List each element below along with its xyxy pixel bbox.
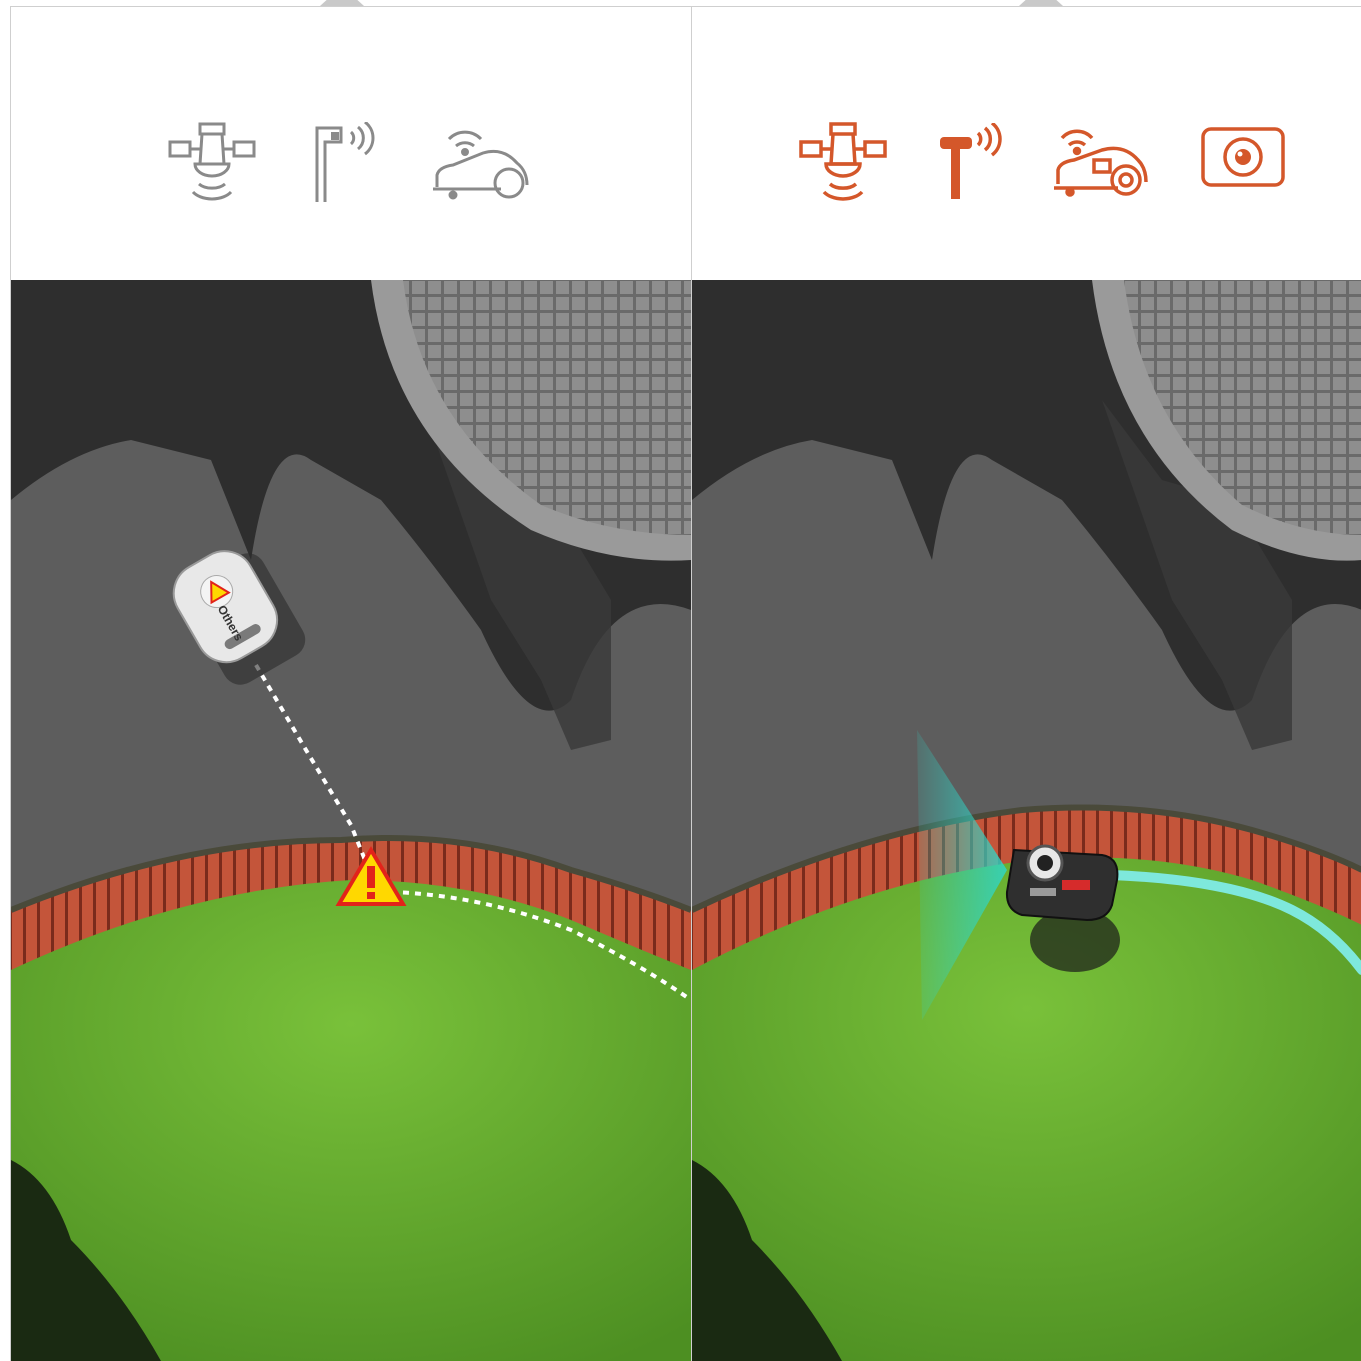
lawn-scene-others: Others bbox=[11, 280, 691, 1361]
comparison-page: Others bbox=[0, 0, 1361, 1361]
rtk-antenna-icon bbox=[315, 122, 375, 202]
panel-brand bbox=[691, 6, 1361, 1361]
satellite-icon bbox=[168, 122, 256, 201]
satellite-icon bbox=[799, 122, 887, 201]
panel-others: Others bbox=[10, 6, 691, 1361]
icon-bar-right bbox=[692, 7, 1361, 280]
lawn-scene-brand bbox=[692, 280, 1361, 1361]
icon-bar-left bbox=[11, 7, 691, 280]
mower-icon bbox=[1054, 129, 1148, 197]
camera-icon bbox=[1201, 127, 1285, 187]
rtk-station-icon bbox=[940, 123, 1002, 199]
mower-icon bbox=[433, 130, 529, 200]
